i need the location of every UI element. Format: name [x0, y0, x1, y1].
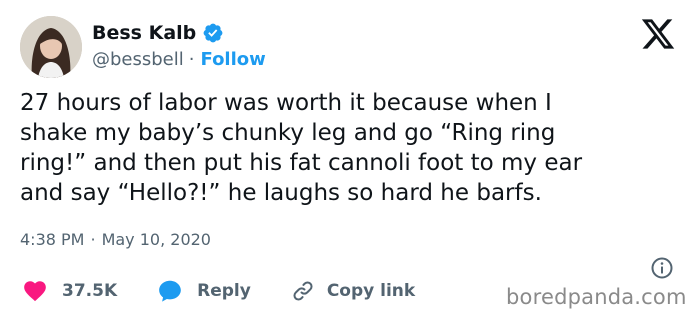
x-logo-icon[interactable] [640, 16, 676, 52]
handle-row: @bessbell · Follow [92, 47, 266, 73]
verified-badge-icon [203, 23, 223, 43]
copy-link-label: Copy link [326, 281, 416, 301]
timestamp[interactable]: 4:38 PM · May 10, 2020 [20, 229, 211, 251]
tweet-text: 27 hours of labor was worth it because w… [20, 90, 583, 206]
tweet-time[interactable]: 4:38 PM [20, 229, 84, 251]
reply-label: Reply [197, 281, 251, 301]
like-button[interactable]: 37.5K [22, 278, 117, 304]
reply-button[interactable]: Reply [157, 278, 251, 304]
copy-link-button[interactable]: Copy link [291, 279, 415, 303]
link-icon [293, 281, 313, 301]
follow-button[interactable]: Follow [201, 47, 266, 73]
separator-dot: · [90, 230, 96, 249]
speech-bubble-icon [159, 280, 181, 302]
watermark: boredpanda.com [506, 285, 687, 309]
tweet-date[interactable]: May 10, 2020 [102, 229, 211, 251]
avatar-photo [20, 16, 82, 78]
avatar[interactable] [20, 16, 82, 78]
separator-dot: · [188, 49, 195, 70]
heart-icon [24, 281, 46, 302]
like-count: 37.5K [62, 281, 118, 301]
action-bar: 37.5K Reply Copy link [22, 276, 415, 306]
author-handle[interactable]: @bessbell [92, 47, 184, 73]
author-name[interactable]: Bess Kalb [92, 20, 196, 46]
info-icon[interactable] [650, 256, 674, 280]
author-name-row[interactable]: Bess Kalb [92, 20, 224, 46]
